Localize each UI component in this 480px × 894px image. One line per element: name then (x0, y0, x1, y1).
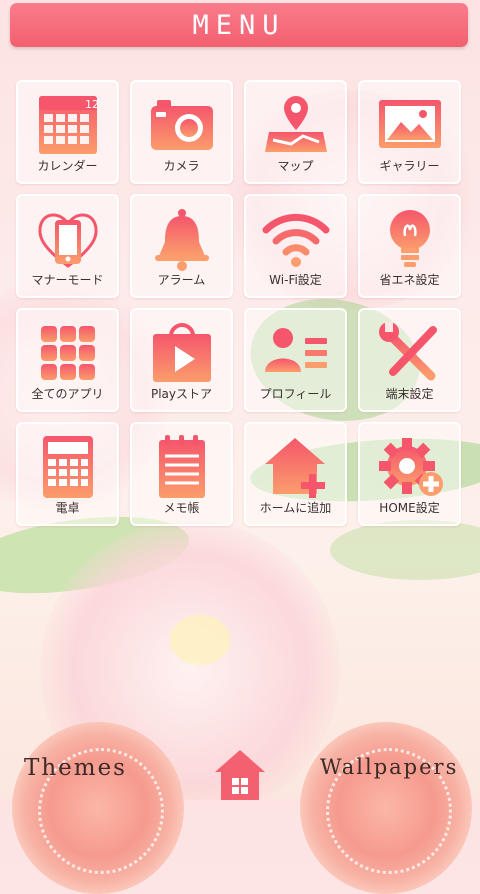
lightbulb-icon (389, 210, 430, 267)
app-tile-wifi[interactable]: Wi-Fi設定 (244, 194, 347, 298)
app-tile-calculator[interactable]: 電卓 (16, 422, 119, 526)
app-label: Playストア (150, 387, 213, 401)
app-tile-all-apps[interactable]: 全てのアプリ (16, 308, 119, 412)
alarm-bell-icon (154, 209, 209, 271)
app-label: ホームに追加 (259, 501, 332, 515)
app-tile-manner-mode[interactable]: マナーモード (16, 194, 119, 298)
app-tile-camera[interactable]: カメラ (130, 80, 233, 184)
map-icon (264, 96, 327, 152)
tools-icon (378, 322, 437, 381)
app-label: マップ (277, 159, 314, 173)
app-tile-home-settings[interactable]: HOME設定 (358, 422, 461, 526)
add-home-icon (264, 438, 325, 498)
app-tile-map[interactable]: マップ (244, 80, 347, 184)
app-label: メモ帳 (163, 501, 200, 515)
app-tile-calendar[interactable]: 12 カレンダー (16, 80, 119, 184)
wallpapers-button[interactable]: Wallpapers (320, 755, 458, 779)
manner-mode-icon (37, 213, 98, 268)
all-apps-icon (40, 326, 95, 380)
gallery-icon (378, 100, 441, 148)
app-label: カレンダー (37, 159, 98, 173)
calculator-icon (42, 436, 93, 498)
app-label: プロフィール (259, 387, 332, 401)
app-tile-notepad[interactable]: メモ帳 (130, 422, 233, 526)
wallpapers-medallion (300, 722, 472, 894)
profile-icon (264, 328, 327, 372)
app-label: カメラ (163, 159, 200, 173)
menu-title: MENU (192, 9, 286, 41)
camera-icon (150, 100, 213, 150)
themes-medallion (12, 722, 184, 894)
home-settings-gear-icon (378, 438, 443, 496)
wifi-icon (262, 213, 329, 267)
app-label: 電卓 (55, 501, 80, 515)
app-label: ギャラリー (379, 159, 440, 173)
bottom-bar: Themes Wallpapers (0, 720, 480, 894)
app-tile-alarm[interactable]: アラーム (130, 194, 233, 298)
play-store-icon (152, 323, 211, 382)
notepad-icon (158, 435, 205, 498)
app-tile-profile[interactable]: プロフィール (244, 308, 347, 412)
app-label: マナーモード (31, 273, 104, 287)
app-label: 省エネ設定 (379, 273, 440, 287)
calendar-icon: 12 (38, 96, 99, 154)
app-tile-play-store[interactable]: Playストア (130, 308, 233, 412)
menu-header: MENU (10, 3, 468, 47)
calendar-badge: 12 (85, 98, 99, 111)
app-tile-gallery[interactable]: ギャラリー (358, 80, 461, 184)
home-icon[interactable] (213, 746, 267, 800)
app-label: Wi-Fi設定 (269, 273, 322, 287)
app-tile-eco[interactable]: 省エネ設定 (358, 194, 461, 298)
app-tile-add-home[interactable]: ホームに追加 (244, 422, 347, 526)
app-label: 端末設定 (385, 387, 434, 401)
themes-button[interactable]: Themes (24, 755, 127, 781)
app-label: アラーム (157, 273, 206, 287)
app-label: 全てのアプリ (31, 387, 104, 401)
app-tile-device-settings[interactable]: 端末設定 (358, 308, 461, 412)
app-label: HOME設定 (379, 501, 440, 515)
